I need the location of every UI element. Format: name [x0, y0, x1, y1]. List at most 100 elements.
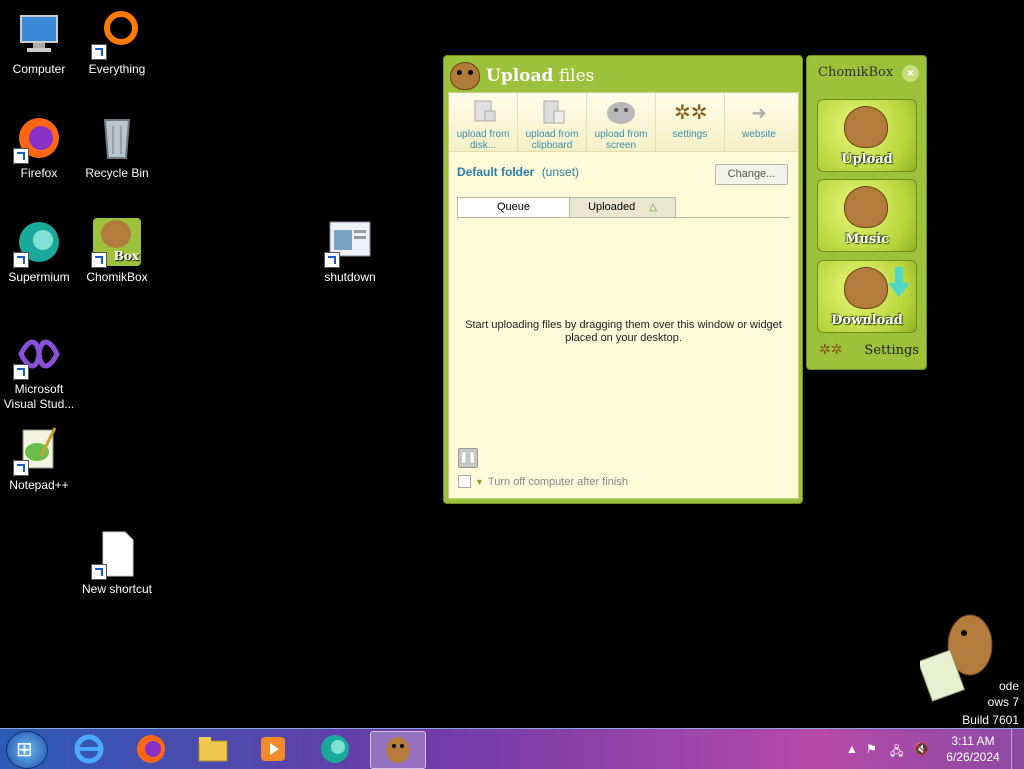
supermium-icon — [13, 218, 63, 268]
shortcut-arrow-icon — [324, 252, 340, 268]
shutdown-shortcut-icon — [324, 218, 374, 268]
widget-upload-button[interactable]: Upload — [817, 99, 917, 172]
hamster-icon — [450, 62, 480, 90]
desktop-icon-notepadpp[interactable]: Notepad++ — [0, 426, 78, 493]
toolbar-label: upload from disk... — [456, 129, 510, 151]
shutdown-option-row: ▼ Turn off computer after finish — [458, 475, 628, 488]
blank-file-icon — [91, 530, 141, 580]
gears-icon: ✲✲ — [819, 342, 843, 358]
watermark-line2: ows 7 — [987, 695, 1019, 709]
desktop-icon-label: Firefox — [20, 166, 58, 180]
desktop-icon-label: shutdown — [324, 270, 376, 284]
watermark-line1: ode — [998, 679, 1019, 693]
widget-button-label: Upload — [841, 152, 893, 167]
shortcut-arrow-icon — [13, 252, 29, 268]
firefox-icon — [137, 735, 165, 763]
close-icon[interactable]: × — [902, 65, 919, 82]
desktop-icon-firefox[interactable]: Firefox — [0, 114, 78, 181]
desktop-icon-label: Everything — [88, 62, 146, 76]
shutdown-option-label: Turn off computer after finish — [487, 475, 628, 488]
supermium-icon — [321, 735, 349, 763]
toolbar-label: upload from screen — [594, 129, 648, 151]
media-player-icon — [261, 737, 285, 761]
warning-triangle-icon: △ — [649, 202, 657, 213]
start-button[interactable] — [6, 731, 48, 769]
hamster-mascot[interactable] — [917, 605, 1000, 705]
gears-icon: ✲✲ — [674, 102, 708, 124]
visual-studio-icon — [13, 330, 63, 380]
shortcut-arrow-icon — [13, 148, 29, 164]
taskbar-internet-explorer[interactable] — [62, 731, 116, 767]
default-folder-row: Default folder (unset) — [457, 165, 579, 179]
folder-icon — [198, 737, 228, 762]
chomikbox-icon: Box — [91, 218, 141, 268]
website-button[interactable]: ➜ website — [725, 93, 793, 151]
taskbar-supermium[interactable] — [308, 731, 362, 767]
taskbar-explorer[interactable] — [186, 731, 240, 767]
shortcut-arrow-icon — [13, 460, 29, 476]
clock[interactable]: 3:11 AM 6/26/2024 — [936, 733, 1010, 765]
hamster-icon — [386, 737, 410, 763]
default-folder-label: Default folder — [457, 165, 535, 179]
desktop-icon-label: New shortcut — [81, 582, 153, 596]
taskbar-chomikbox[interactable] — [370, 731, 426, 769]
computer-icon — [15, 10, 63, 58]
desktop-icon-label: Microsoft Visual Stud... — [3, 382, 75, 411]
website-icon: ➜ — [751, 103, 767, 123]
settings-toolbar-button[interactable]: ✲✲ settings — [656, 93, 725, 151]
shutdown-checkbox[interactable] — [458, 475, 471, 488]
upload-from-screen-button[interactable]: upload from screen — [587, 93, 656, 151]
widget-download-button[interactable]: Download — [817, 260, 917, 333]
taskbar: ▲ ⚑ 🖧 🔇 3:11 AM 6/26/2024 — [0, 728, 1024, 769]
title-rest: files — [558, 66, 595, 86]
shortcut-arrow-icon — [91, 252, 107, 268]
default-folder-value: (unset) — [541, 165, 580, 179]
dropdown-triangle-icon[interactable]: ▼ — [475, 477, 484, 487]
title-bold: Upload — [486, 66, 554, 86]
disk-upload-icon — [467, 99, 499, 127]
desktop-icon-supermium[interactable]: Supermium — [0, 218, 78, 285]
action-center-flag-icon[interactable]: ⚑ — [866, 742, 877, 756]
desktop-icon-computer[interactable]: Computer — [0, 10, 78, 77]
widget-music-button[interactable]: Music — [817, 179, 917, 252]
desktop-icon-label: Notepad++ — [9, 478, 69, 492]
clock-time: 3:11 AM — [951, 734, 995, 748]
screen-upload-icon — [605, 99, 637, 127]
empty-queue-message: Start uploading files by dragging them o… — [465, 319, 782, 344]
desktop-icon-chomikbox[interactable]: Box ChomikBox — [78, 218, 156, 285]
widget-settings[interactable]: ✲✲ Settings — [819, 342, 919, 358]
upload-tabs: Queue Uploaded △ — [457, 197, 790, 218]
desktop-icon-label: Computer — [12, 62, 66, 76]
desktop-icon-recycle-bin[interactable]: Recycle Bin — [78, 114, 156, 181]
upload-files-window: Upload files upload from disk... upload … — [443, 55, 803, 504]
hamster-upload-icon — [844, 106, 888, 148]
show-desktop-button[interactable] — [1011, 729, 1024, 769]
desktop-icon-shutdown[interactable]: shutdown — [311, 218, 389, 285]
desktop-icon-label: ChomikBox — [86, 270, 148, 284]
volume-muted-icon[interactable]: 🔇 — [914, 742, 929, 756]
desktop-icon-visual-studio[interactable]: Microsoft Visual Stud... — [0, 330, 78, 412]
widget-title: ChomikBox — [818, 65, 894, 80]
desktop-icon-new-shortcut[interactable]: New shortcut — [78, 530, 156, 597]
download-arrow-icon — [888, 267, 910, 297]
hamster-headphones-icon — [844, 186, 888, 228]
upload-from-disk-button[interactable]: upload from disk... — [449, 93, 518, 151]
taskbar-media-player[interactable] — [246, 731, 300, 767]
desktop-icon-label: Supermium — [8, 270, 70, 284]
tab-uploaded-label: Uploaded — [588, 201, 636, 213]
everything-icon — [91, 10, 141, 60]
toolbar-label: website — [742, 129, 776, 140]
chomikbox-icon-text: Box — [113, 249, 139, 263]
chomikbox-widget: ChomikBox × Upload Music Download ✲✲ Set… — [806, 55, 927, 370]
pause-button[interactable]: ❚❚ — [458, 448, 478, 468]
change-folder-button[interactable]: Change... — [715, 164, 788, 185]
widget-settings-label: Settings — [864, 342, 919, 358]
upload-from-clipboard-button[interactable]: upload from clipboard — [518, 93, 587, 151]
network-icon[interactable]: 🖧 — [890, 742, 903, 763]
show-hidden-icons[interactable]: ▲ — [846, 742, 858, 756]
desktop-icon-everything[interactable]: Everything — [78, 10, 156, 77]
tab-queue[interactable]: Queue — [457, 197, 570, 217]
shortcut-arrow-icon — [91, 44, 107, 60]
tab-uploaded[interactable]: Uploaded △ — [569, 197, 676, 217]
taskbar-firefox[interactable] — [124, 731, 178, 767]
